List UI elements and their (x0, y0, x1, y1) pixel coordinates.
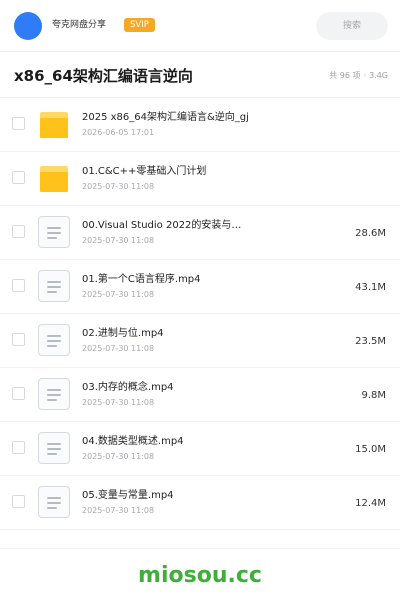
file-name[interactable]: 03.内存的概念.mp4 (82, 381, 338, 395)
file-icon (38, 270, 70, 302)
file-icon (38, 324, 70, 356)
file-name[interactable]: 2025 x86_64架构汇编语言&逆向_gj (82, 111, 338, 125)
file-name[interactable]: 02.进制与位.mp4 (82, 327, 338, 341)
file-name[interactable]: 04.数据类型概述.mp4 (82, 435, 338, 449)
file-size: 23.5M (355, 336, 386, 347)
row-checkbox[interactable] (12, 171, 25, 184)
item-count: 共 96 项 (329, 71, 361, 80)
folder-meta: 共 96 项 · 3.4G (329, 70, 388, 82)
file-date: 2026-06-05 17:01 (82, 128, 155, 137)
file-row[interactable]: 00.Visual Studio 2022的安装与… 2025-07-30 11… (0, 206, 400, 260)
search-input[interactable]: 搜索 (316, 12, 388, 40)
file-name[interactable]: 01.C&C++零基础入门计划 (82, 165, 338, 179)
total-size: 3.4G (369, 71, 388, 80)
footer: miosou.cc (0, 548, 400, 600)
file-icon (38, 216, 70, 248)
file-date: 2025-07-30 11:08 (82, 344, 155, 353)
user-name[interactable]: 夸克网盘分享 (52, 19, 106, 31)
row-checkbox[interactable] (12, 117, 25, 130)
file-list: 2025 x86_64架构汇编语言&逆向_gj 2026-06-05 17:01… (0, 98, 400, 530)
file-name[interactable]: 05.变量与常量.mp4 (82, 489, 338, 503)
file-icon (38, 486, 70, 518)
file-date: 2025-07-30 11:08 (82, 398, 155, 407)
file-row[interactable]: 03.内存的概念.mp4 2025-07-30 11:08 9.8M (0, 368, 400, 422)
file-size: 12.4M (355, 498, 386, 509)
app-header: 夸克网盘分享 SVIP 搜索 (0, 0, 400, 52)
folder-title-bar: x86_64架构汇编语言逆向 共 96 项 · 3.4G (0, 52, 400, 98)
file-size: 28.6M (355, 228, 386, 239)
file-date: 2025-07-30 11:08 (82, 452, 155, 461)
file-name[interactable]: 00.Visual Studio 2022的安装与… (82, 219, 338, 233)
row-checkbox[interactable] (12, 225, 25, 238)
file-date: 2025-07-30 11:08 (82, 290, 155, 299)
file-name[interactable]: 01.第一个C语言程序.mp4 (82, 273, 338, 287)
file-row[interactable]: 04.数据类型概述.mp4 2025-07-30 11:08 15.0M (0, 422, 400, 476)
file-date: 2025-07-30 11:08 (82, 506, 155, 515)
folder-icon (38, 162, 70, 194)
file-row[interactable]: 05.变量与常量.mp4 2025-07-30 11:08 12.4M (0, 476, 400, 530)
file-date: 2025-07-30 11:08 (82, 182, 155, 191)
page-title: x86_64架构汇编语言逆向 (14, 67, 193, 85)
avatar[interactable] (14, 12, 42, 40)
file-icon (38, 378, 70, 410)
file-size: 15.0M (355, 444, 386, 455)
folder-icon (38, 108, 70, 140)
row-checkbox[interactable] (12, 333, 25, 346)
file-date: 2025-07-30 11:08 (82, 236, 155, 245)
file-row[interactable]: 02.进制与位.mp4 2025-07-30 11:08 23.5M (0, 314, 400, 368)
row-checkbox[interactable] (12, 279, 25, 292)
file-row[interactable]: 01.C&C++零基础入门计划 2025-07-30 11:08 (0, 152, 400, 206)
row-checkbox[interactable] (12, 495, 25, 508)
meta-separator: · (363, 71, 367, 80)
file-size: 43.1M (355, 282, 386, 293)
svip-badge: SVIP (124, 18, 155, 32)
file-size: 9.8M (361, 390, 386, 401)
row-checkbox[interactable] (12, 441, 25, 454)
file-icon (38, 432, 70, 464)
row-checkbox[interactable] (12, 387, 25, 400)
file-row[interactable]: 01.第一个C语言程序.mp4 2025-07-30 11:08 43.1M (0, 260, 400, 314)
site-watermark: miosou.cc (138, 563, 262, 588)
file-row[interactable]: 2025 x86_64架构汇编语言&逆向_gj 2026-06-05 17:01 (0, 98, 400, 152)
